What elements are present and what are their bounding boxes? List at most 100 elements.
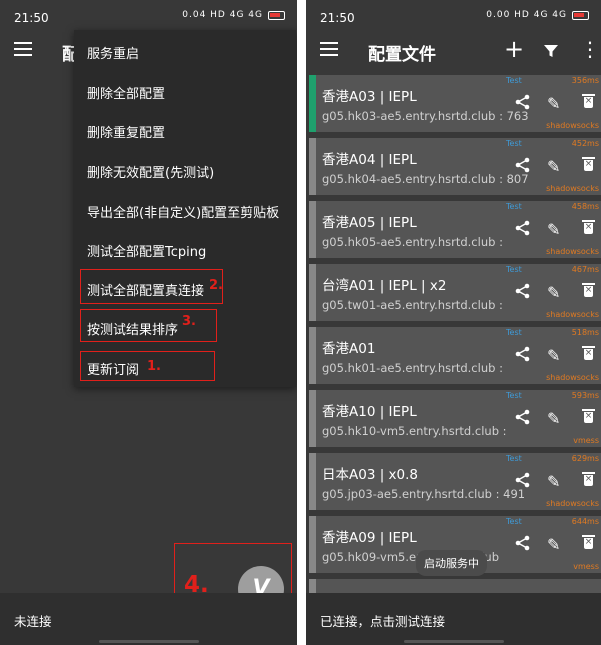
server-card[interactable]: 香港A04 | IEPL g05.hk04-ae5.entry.hsrtd.clu… (309, 138, 601, 195)
protocol-type: shadowsocks (546, 247, 599, 256)
selection-indicator (309, 201, 316, 258)
test-label: Test (506, 328, 522, 337)
server-card[interactable]: 香港A05 | IEPL g05.hk05-ae5.entry.hsrtd.clu… (309, 201, 601, 258)
delete-icon[interactable]: × (582, 94, 595, 108)
filter-icon[interactable] (543, 41, 559, 63)
server-card[interactable]: 日本A03 | x0.8 g05.jp03-ae5.entry.hsrtd.clu… (309, 453, 601, 510)
server-address: g05.hk01-ae5.entry.hsrtd.club : (322, 361, 503, 375)
share-icon[interactable] (515, 472, 531, 492)
menu-item-delete-duplicates[interactable]: 删除重复配置 (87, 122, 165, 141)
server-name: 香港A03 | IEPL (322, 89, 417, 105)
menu-item-restart-service[interactable]: 服务重启 (87, 43, 139, 62)
left-screen: 21:50 0.04 HD 4G 4G 配置 服务重启 删除全部配置 删除重复配… (0, 0, 297, 645)
latency-value: 644ms (571, 517, 599, 526)
share-icon[interactable] (515, 283, 531, 303)
edit-icon[interactable]: ✎ (547, 535, 560, 554)
delete-icon[interactable]: × (582, 220, 595, 234)
server-address: g05.tw01-ae5.entry.hsrtd.club : (322, 298, 503, 312)
selection-indicator (309, 516, 316, 573)
delete-icon[interactable]: × (582, 535, 595, 549)
server-address: g05.hk04-ae5.entry.hsrtd.club : 807 (322, 172, 529, 186)
share-icon[interactable] (515, 346, 531, 366)
share-icon[interactable] (515, 220, 531, 240)
protocol-type: shadowsocks (546, 499, 599, 508)
server-name: 台湾A01 | IEPL | x2 (322, 278, 447, 294)
selection-indicator (309, 138, 316, 195)
annotation-step-2: 2. (209, 278, 223, 293)
hamburger-menu-icon[interactable] (320, 42, 338, 56)
delete-icon[interactable]: × (582, 283, 595, 297)
edit-icon[interactable]: ✎ (547, 157, 560, 176)
protocol-type: shadowsocks (546, 310, 599, 319)
latency-value: 356ms (571, 76, 599, 85)
latency-value: 593ms (571, 391, 599, 400)
server-card[interactable]: 香港A10 | IEPL g05.hk10-vm5.entry.hsrtd.clu… (309, 390, 601, 447)
test-label: Test (506, 76, 522, 85)
server-name: 香港A10 | IEPL (322, 404, 417, 420)
bottom-status-bar[interactable]: 未连接 (0, 593, 297, 645)
test-label: Test (506, 517, 522, 526)
server-card[interactable]: 香港A01 g05.hk01-ae5.entry.hsrtd.club : Test… (309, 327, 601, 384)
share-icon[interactable] (515, 535, 531, 555)
toast-message: 启动服务中 (416, 550, 487, 576)
share-icon[interactable] (515, 94, 531, 114)
status-indicators: 0.04 HD 4G 4G (182, 10, 263, 20)
edit-icon[interactable]: ✎ (547, 94, 560, 113)
highlight-box-step-2 (80, 269, 223, 304)
selection-indicator (309, 453, 316, 510)
more-options-icon[interactable]: ⋮ (580, 38, 600, 60)
add-icon[interactable]: + (504, 37, 524, 61)
status-time: 21:50 (320, 11, 355, 25)
edit-icon[interactable]: ✎ (547, 409, 560, 428)
status-bar: 21:50 0.04 HD 4G 4G (0, 0, 297, 34)
share-icon[interactable] (515, 157, 531, 177)
server-name: 日本A03 | x0.8 (322, 467, 419, 483)
menu-item-delete-invalid[interactable]: 删除无效配置(先测试) (87, 162, 214, 181)
nav-handle (98, 640, 199, 643)
delete-icon[interactable]: × (582, 409, 595, 423)
test-label: Test (506, 202, 522, 211)
edit-icon[interactable]: ✎ (547, 472, 560, 491)
annotation-step-3: 3. (182, 314, 196, 329)
delete-icon[interactable]: × (582, 346, 595, 360)
selection-indicator (309, 390, 316, 447)
server-card[interactable]: 香港A03 | IEPL g05.hk03-ae5.entry.hsrtd.clu… (309, 75, 601, 132)
latency-value: 452ms (571, 139, 599, 148)
status-bar: 21:50 0.00 HD 4G 4G (306, 0, 601, 34)
latency-value: 467ms (571, 265, 599, 274)
latency-value: 458ms (571, 202, 599, 211)
menu-item-export-clipboard[interactable]: 导出全部(非自定义)配置至剪贴板 (87, 202, 279, 221)
status-icons: 0.00 HD 4G 4G (486, 10, 589, 20)
battery-icon (268, 10, 285, 20)
protocol-type: shadowsocks (546, 184, 599, 193)
protocol-type: vmess (573, 562, 599, 571)
selection-indicator (309, 75, 316, 132)
edit-icon[interactable]: ✎ (547, 283, 560, 302)
test-label: Test (506, 391, 522, 400)
server-address: g05.hk03-ae5.entry.hsrtd.club : 763 (322, 109, 529, 123)
latency-value: 629ms (571, 454, 599, 463)
protocol-type: shadowsocks (546, 373, 599, 382)
edit-icon[interactable]: ✎ (547, 220, 560, 239)
delete-icon[interactable]: × (582, 157, 595, 171)
test-label: Test (506, 265, 522, 274)
test-label: Test (506, 454, 522, 463)
bottom-status-bar[interactable]: 已连接，点击测试连接 (306, 593, 601, 645)
nav-handle (403, 640, 504, 643)
edit-icon[interactable]: ✎ (547, 346, 560, 365)
status-time: 21:50 (14, 11, 49, 25)
hamburger-menu-icon[interactable] (14, 42, 32, 56)
connection-status: 已连接，点击测试连接 (320, 614, 446, 629)
server-address: g05.jp03-ae5.entry.hsrtd.club : 491 (322, 487, 526, 501)
selection-indicator (309, 327, 316, 384)
share-icon[interactable] (515, 409, 531, 429)
test-label: Test (506, 139, 522, 148)
server-name: 香港A05 | IEPL (322, 215, 417, 231)
protocol-type: vmess (573, 436, 599, 445)
delete-icon[interactable]: × (582, 472, 595, 486)
server-card[interactable]: 台湾A01 | IEPL | x2 g05.tw01-ae5.entry.hsrt… (309, 264, 601, 321)
server-address: g05.hk10-vm5.entry.hsrtd.club : (322, 424, 507, 438)
menu-item-test-tcping[interactable]: 测试全部配置Tcping (87, 241, 206, 260)
menu-item-delete-all[interactable]: 删除全部配置 (87, 83, 165, 102)
server-name: 香港A04 | IEPL (322, 152, 417, 168)
